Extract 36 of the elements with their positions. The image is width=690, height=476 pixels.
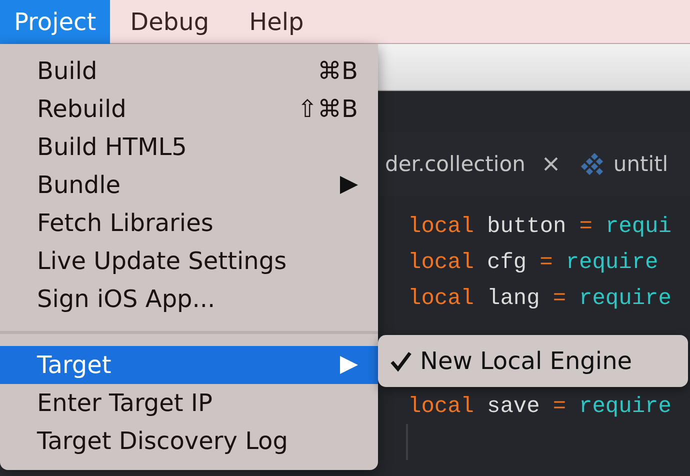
menu-item[interactable]: New Local Engine	[378, 347, 632, 375]
code-token: local	[408, 250, 474, 274]
code-token: lang	[487, 286, 540, 310]
menu-item[interactable]: Fetch Libraries	[0, 204, 378, 242]
menu-item[interactable]: Build HTML5	[0, 128, 378, 166]
code-token: requi	[605, 214, 672, 238]
code-token: require	[566, 250, 658, 274]
code-token: =	[579, 214, 592, 238]
menu-item[interactable]: Target Discovery Log	[0, 422, 378, 460]
close-icon[interactable]	[543, 156, 560, 172]
menu-item[interactable]: Bundle	[0, 166, 378, 204]
menu-bar-item[interactable]: Project	[0, 0, 110, 44]
code-token: local	[408, 394, 474, 418]
code-token: local	[408, 286, 474, 310]
tab[interactable]: untitl	[613, 152, 668, 176]
menu-item[interactable]: Build ⌘B	[0, 52, 378, 90]
submenu-arrow-icon	[340, 356, 358, 374]
code-token: require	[579, 286, 672, 310]
menu-item[interactable]: Enter Target IP	[0, 384, 378, 422]
menu-bar-item[interactable]: Debug	[110, 0, 230, 44]
code-token: =	[540, 250, 553, 274]
code-token: cfg	[487, 250, 527, 274]
menu-item[interactable]: Target	[0, 346, 378, 384]
submenu-arrow-icon	[340, 176, 358, 194]
code-token: =	[552, 286, 566, 310]
code-token: save	[487, 394, 540, 418]
code-token: require	[579, 394, 672, 418]
menu-item[interactable]: Rebuild ⇧⌘B	[0, 90, 378, 128]
diamond-grid-icon	[579, 153, 606, 175]
code-token: local	[408, 214, 474, 238]
menu-bar-item[interactable]: Help	[229, 0, 324, 44]
code-token: =	[552, 394, 566, 418]
menu-item[interactable]: Sign iOS App...	[0, 280, 378, 318]
menu-item[interactable]: Live Update Settings	[0, 242, 378, 280]
tab[interactable]: der.collection	[385, 152, 526, 176]
code-token: button	[487, 214, 566, 238]
